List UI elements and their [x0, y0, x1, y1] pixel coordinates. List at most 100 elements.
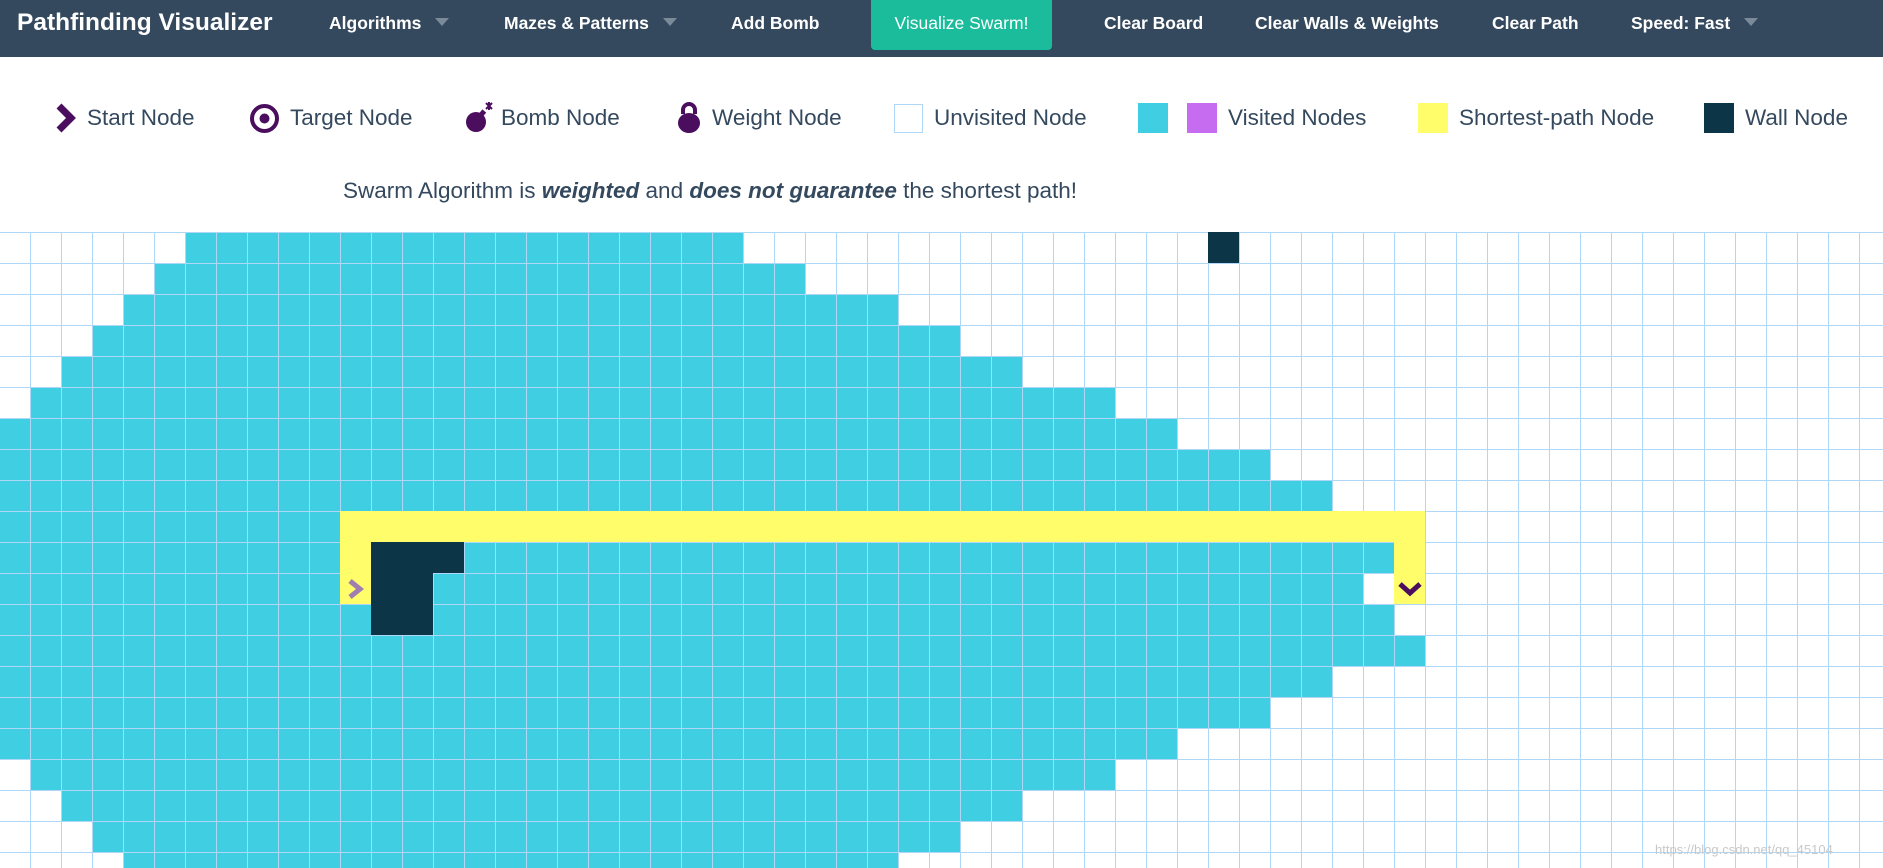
- visited-node[interactable]: [929, 387, 961, 419]
- visited-node[interactable]: [247, 635, 279, 667]
- visited-node[interactable]: [1115, 573, 1147, 605]
- visited-node[interactable]: [216, 263, 248, 295]
- unvisited-node[interactable]: [1580, 387, 1612, 419]
- visited-node[interactable]: [309, 604, 341, 636]
- unvisited-node[interactable]: [1611, 666, 1643, 698]
- visited-node[interactable]: [92, 759, 124, 791]
- visited-node[interactable]: [1239, 573, 1271, 605]
- unvisited-node[interactable]: [1456, 635, 1488, 667]
- unvisited-node[interactable]: [1766, 697, 1798, 729]
- visited-node[interactable]: [650, 852, 682, 868]
- shortest-path-node[interactable]: [464, 511, 496, 543]
- unvisited-node[interactable]: [1022, 232, 1054, 264]
- unvisited-node[interactable]: [1301, 418, 1333, 450]
- unvisited-node[interactable]: [1394, 666, 1426, 698]
- visited-node[interactable]: [278, 387, 310, 419]
- unvisited-node[interactable]: [1487, 635, 1519, 667]
- unvisited-node[interactable]: [1239, 821, 1271, 853]
- unvisited-node[interactable]: [1797, 418, 1829, 450]
- visited-node[interactable]: [526, 480, 558, 512]
- unvisited-node[interactable]: [92, 852, 124, 868]
- unvisited-node[interactable]: [1828, 697, 1860, 729]
- visited-node[interactable]: [433, 821, 465, 853]
- unvisited-node[interactable]: [1270, 790, 1302, 822]
- unvisited-node[interactable]: [1425, 790, 1457, 822]
- unvisited-node[interactable]: [1735, 666, 1767, 698]
- visited-node[interactable]: [495, 666, 527, 698]
- unvisited-node[interactable]: [1735, 480, 1767, 512]
- visited-node[interactable]: [774, 387, 806, 419]
- unvisited-node[interactable]: [1301, 325, 1333, 357]
- visited-node[interactable]: [495, 387, 527, 419]
- unvisited-node[interactable]: [1084, 852, 1116, 868]
- visited-node[interactable]: [557, 728, 589, 760]
- visited-node[interactable]: [712, 666, 744, 698]
- unvisited-node[interactable]: [1270, 418, 1302, 450]
- unvisited-node[interactable]: [1797, 604, 1829, 636]
- visited-node[interactable]: [1022, 604, 1054, 636]
- unvisited-node[interactable]: [898, 263, 930, 295]
- unvisited-node[interactable]: [1394, 604, 1426, 636]
- add-bomb-button[interactable]: Add Bomb: [731, 0, 819, 57]
- visited-node[interactable]: [185, 356, 217, 388]
- unvisited-node[interactable]: [1518, 852, 1550, 868]
- unvisited-node[interactable]: [1549, 325, 1581, 357]
- visited-node[interactable]: [247, 697, 279, 729]
- visited-node[interactable]: [557, 294, 589, 326]
- visited-node[interactable]: [557, 263, 589, 295]
- visited-node[interactable]: [1301, 542, 1333, 574]
- visited-node[interactable]: [960, 759, 992, 791]
- unvisited-node[interactable]: [1332, 418, 1364, 450]
- visited-node[interactable]: [278, 418, 310, 450]
- clear-path-button[interactable]: Clear Path: [1492, 0, 1579, 57]
- visited-node[interactable]: [1084, 480, 1116, 512]
- unvisited-node[interactable]: [1797, 232, 1829, 264]
- visited-node[interactable]: [557, 356, 589, 388]
- unvisited-node[interactable]: [1270, 232, 1302, 264]
- visited-node[interactable]: [123, 511, 155, 543]
- visited-node[interactable]: [1301, 666, 1333, 698]
- unvisited-node[interactable]: [1425, 542, 1457, 574]
- visited-node[interactable]: [1115, 418, 1147, 450]
- unvisited-node[interactable]: [1394, 325, 1426, 357]
- visited-node[interactable]: [960, 542, 992, 574]
- visited-node[interactable]: [371, 852, 403, 868]
- unvisited-node[interactable]: [1828, 542, 1860, 574]
- unvisited-node[interactable]: [1239, 759, 1271, 791]
- unvisited-node[interactable]: [1766, 728, 1798, 760]
- unvisited-node[interactable]: [805, 263, 837, 295]
- visited-node[interactable]: [216, 480, 248, 512]
- visited-node[interactable]: [123, 418, 155, 450]
- unvisited-node[interactable]: [1828, 356, 1860, 388]
- shortest-path-node[interactable]: [495, 511, 527, 543]
- visited-node[interactable]: [1022, 387, 1054, 419]
- visited-node[interactable]: [30, 387, 62, 419]
- unvisited-node[interactable]: [1425, 418, 1457, 450]
- unvisited-node[interactable]: [1859, 325, 1883, 357]
- unvisited-node[interactable]: [1580, 356, 1612, 388]
- unvisited-node[interactable]: [1766, 635, 1798, 667]
- visited-node[interactable]: [216, 852, 248, 868]
- visited-node[interactable]: [991, 635, 1023, 667]
- unvisited-node[interactable]: [1611, 232, 1643, 264]
- visited-node[interactable]: [433, 852, 465, 868]
- visited-node[interactable]: [433, 356, 465, 388]
- unvisited-node[interactable]: [1828, 852, 1860, 868]
- visited-node[interactable]: [309, 759, 341, 791]
- unvisited-node[interactable]: [1332, 821, 1364, 853]
- unvisited-node[interactable]: [1177, 728, 1209, 760]
- unvisited-node[interactable]: [1549, 728, 1581, 760]
- visited-node[interactable]: [61, 542, 93, 574]
- visited-node[interactable]: [557, 821, 589, 853]
- visited-node[interactable]: [1146, 542, 1178, 574]
- unvisited-node[interactable]: [1673, 511, 1705, 543]
- unvisited-node[interactable]: [1549, 852, 1581, 868]
- unvisited-node[interactable]: [1456, 418, 1488, 450]
- unvisited-node[interactable]: [1177, 263, 1209, 295]
- visited-node[interactable]: [712, 418, 744, 450]
- algorithms-dropdown[interactable]: Algorithms: [329, 0, 450, 57]
- visited-node[interactable]: [495, 325, 527, 357]
- wall-node[interactable]: [371, 542, 403, 574]
- visited-node[interactable]: [464, 449, 496, 481]
- visited-node[interactable]: [991, 542, 1023, 574]
